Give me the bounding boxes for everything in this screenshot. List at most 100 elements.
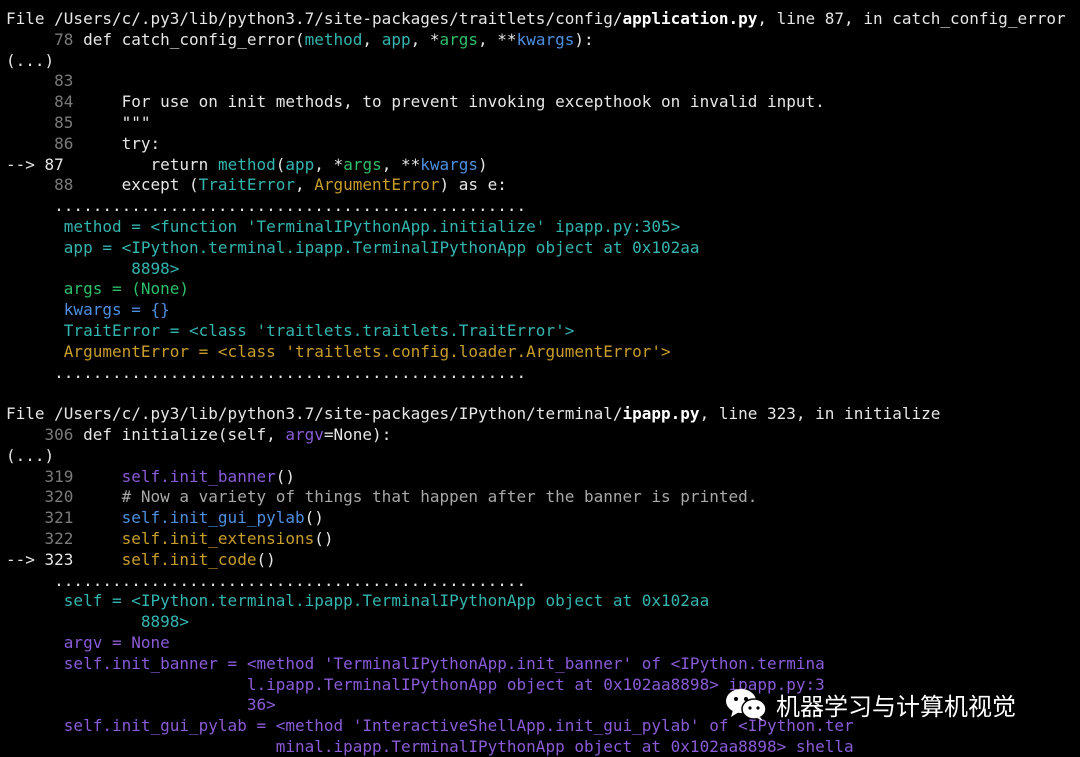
terminal-line: kwargs = {} <box>6 299 170 320</box>
terminal-line: 306 def initialize(self, argv=None): <box>6 424 392 445</box>
code-token: () <box>256 549 276 569</box>
terminal-line: 8898> <box>6 611 189 632</box>
code-token: 36> <box>6 695 276 715</box>
terminal-line: 86 try: <box>6 133 160 154</box>
code-token: ( <box>275 154 286 174</box>
code-token: ) as e: <box>439 175 507 195</box>
code-token: argv = None <box>6 633 170 652</box>
code-token: , <box>294 175 315 195</box>
code-token: 85 <box>6 113 84 132</box>
wechat-icon <box>726 689 767 721</box>
code-token: ........................................… <box>6 570 527 590</box>
terminal-line: self = <IPython.terminal.ipapp.TerminalI… <box>6 590 709 611</box>
terminal-line: 36> <box>6 694 276 715</box>
code-token: 83 <box>6 71 74 91</box>
code-token: try: <box>83 133 161 153</box>
code-token: ArgumentError <box>314 175 440 195</box>
code-token: , line 323, in initialize <box>699 404 941 424</box>
code-token: minal.ipapp.TerminalIPythonApp object at… <box>6 737 854 756</box>
code-token: # Now a variety of things that happen af… <box>83 487 758 507</box>
terminal-line: 8898> <box>6 258 179 279</box>
code-token: kwargs <box>420 154 479 174</box>
code-token: File /Users/c/.py3/lib/python3.7/site-pa… <box>6 9 623 28</box>
code-token: For use on init methods, to prevent invo… <box>83 92 825 112</box>
code-token: self.init_code <box>121 549 257 569</box>
code-token: except ( <box>83 175 199 195</box>
terminal-line: 84 For use on init methods, to prevent i… <box>6 91 825 112</box>
code-token: TraitError <box>198 175 295 195</box>
terminal-line: app = <IPython.terminal.ipapp.TerminalIP… <box>6 237 700 258</box>
code-token: --> 323 <box>6 549 84 569</box>
code-token: argv <box>285 425 324 444</box>
code-token: () <box>304 508 324 528</box>
code-token: (...) <box>6 50 55 70</box>
terminal-line: 320 # Now a variety of things that happe… <box>6 486 758 507</box>
code-token: args <box>343 154 382 174</box>
code-token: 84 <box>6 92 84 112</box>
code-token: () <box>314 529 334 548</box>
terminal-line: --> 87 return method(app, *args, **kwarg… <box>6 154 488 175</box>
terminal-line: File /Users/c/.py3/lib/python3.7/site-pa… <box>6 8 1066 29</box>
code-token: ipapp.py <box>622 404 700 424</box>
terminal-line: argv = None <box>6 632 170 653</box>
code-token: , <box>362 29 382 49</box>
terminal-line: method = <function 'TerminalIPythonApp.i… <box>6 216 681 237</box>
code-token: method = <function 'TerminalIPythonApp.i… <box>6 217 681 236</box>
code-token: return <box>73 154 218 174</box>
code-token: TraitError = <class 'traitlets.traitlets… <box>6 321 575 340</box>
code-token: kwargs = {} <box>6 300 170 320</box>
code-token: 88 <box>6 175 84 195</box>
terminal-line: 78 def catch_config_error(method, app, *… <box>6 29 594 50</box>
code-token: () <box>275 466 295 486</box>
code-token: method <box>217 154 276 174</box>
code-token: 8898> <box>6 258 180 278</box>
code-token: args = (None) <box>6 279 190 299</box>
code-token: 8898> <box>6 612 190 632</box>
code-token: ........................................… <box>6 362 527 382</box>
terminal-line: ArgumentError = <class 'traitlets.config… <box>6 341 671 362</box>
code-token: ) <box>478 154 488 174</box>
code-token: --> 87 <box>6 154 74 174</box>
terminal-line: TraitError = <class 'traitlets.traitlets… <box>6 320 575 341</box>
code-token: kwargs <box>516 29 575 49</box>
terminal-line: args = (None) <box>6 278 189 299</box>
code-token: """ <box>83 113 151 132</box>
code-token: app <box>285 154 315 174</box>
code-token: ): <box>574 29 594 49</box>
terminal-line: ........................................… <box>6 570 526 591</box>
code-token: , * <box>410 29 440 49</box>
code-token: , ** <box>478 29 517 49</box>
code-token: app = <IPython.terminal.ipapp.TerminalIP… <box>6 237 700 257</box>
terminal-line: 319 self.init_banner() <box>6 466 295 487</box>
code-token: =None): <box>323 425 392 444</box>
terminal-line: 85 """ <box>6 112 151 133</box>
code-token: , ** <box>381 154 421 174</box>
code-token: , line 87, in catch_config_error <box>757 9 1066 28</box>
code-token: self.init_banner <box>121 466 276 486</box>
terminal-line: minal.ipapp.TerminalIPythonApp object at… <box>6 736 854 757</box>
code-token: l.ipapp.TerminalIPythonApp object at 0x1… <box>6 674 825 694</box>
watermark-text: 机器学习与计算机视觉 <box>776 692 1016 721</box>
terminal-line: (...) <box>6 445 54 466</box>
code-token: ArgumentError = <class 'traitlets.config… <box>6 341 671 361</box>
code-token: self.init_gui_pylab <box>121 508 305 528</box>
terminal-line: self.init_banner = <method 'TerminalIPyt… <box>6 653 825 674</box>
terminal-line: 88 except (TraitError, ArgumentError) as… <box>6 174 507 195</box>
code-token: 319 <box>6 466 84 486</box>
code-token: method <box>304 29 363 49</box>
code-token: def initialize(self, <box>83 425 286 444</box>
code-token: self = <IPython.terminal.ipapp.TerminalI… <box>6 591 710 611</box>
terminal-line: (...) <box>6 50 54 71</box>
terminal-line: ........................................… <box>6 362 526 383</box>
code-token: ........................................… <box>6 196 527 216</box>
code-token: application.py <box>622 9 758 28</box>
code-token: def catch_config_error( <box>83 29 305 49</box>
watermark: 机器学习与计算机视觉 <box>724 684 1016 724</box>
code-token: (...) <box>6 445 55 465</box>
terminal-line: l.ipapp.TerminalIPythonApp object at 0x1… <box>6 674 825 695</box>
terminal-line: 322 self.init_extensions() <box>6 528 334 549</box>
terminal-output: File /Users/c/.py3/lib/python3.7/site-pa… <box>0 0 1080 756</box>
